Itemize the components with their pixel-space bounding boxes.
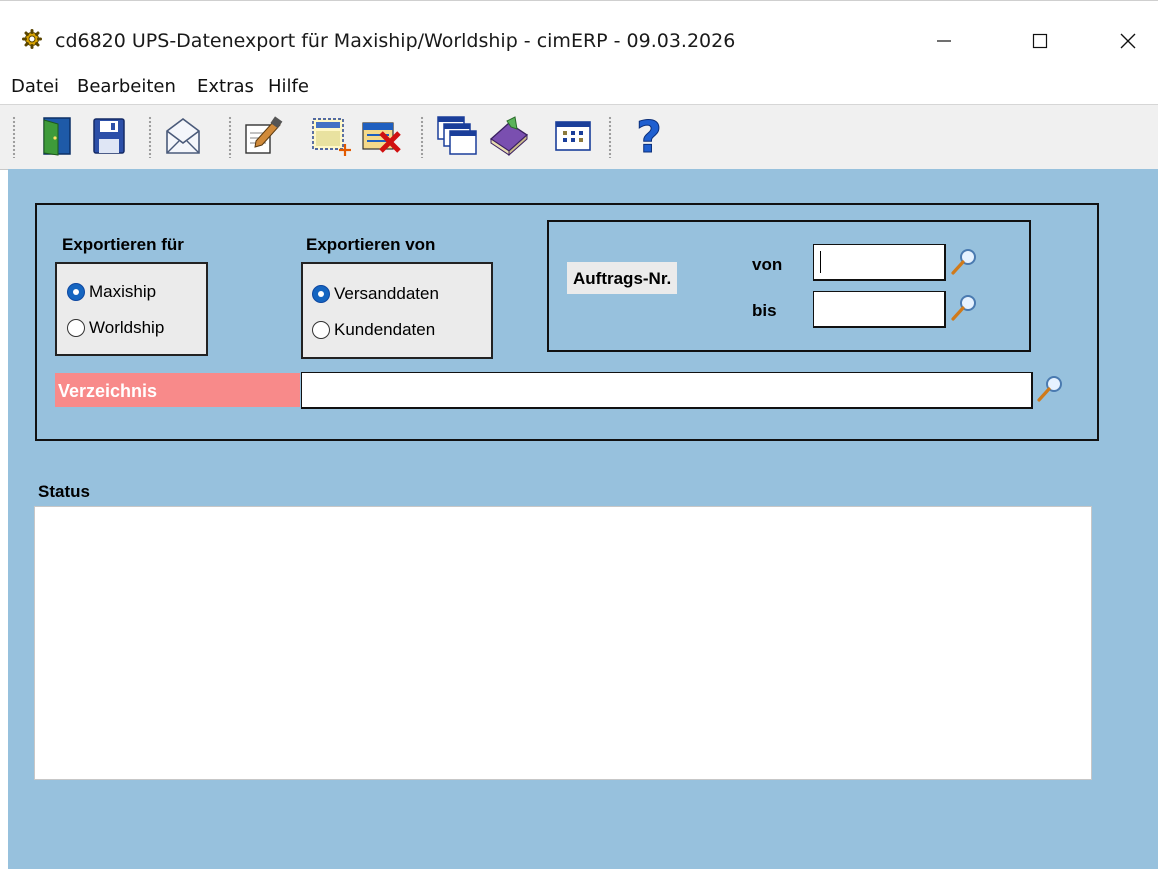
- radio-unselected-icon: [312, 321, 330, 339]
- menu-extras[interactable]: Extras: [197, 76, 254, 97]
- maximize-icon: [1032, 33, 1048, 49]
- email-button[interactable]: [160, 112, 206, 160]
- grid-table-icon: [555, 121, 591, 151]
- status-textarea[interactable]: [34, 506, 1092, 780]
- toolbar-separator: [608, 116, 612, 158]
- export-for-group: [55, 262, 208, 356]
- help-button[interactable]: ?: [626, 112, 672, 160]
- order-number-label: Auftrags-Nr.: [567, 262, 678, 294]
- export-from-group: [301, 262, 493, 359]
- help-question-icon: ?: [636, 112, 663, 160]
- delete-record-icon: [362, 122, 401, 153]
- radio-worldship-label: Worldship: [89, 318, 165, 337]
- new-record-button[interactable]: [306, 112, 352, 160]
- magnifier-icon: [951, 249, 976, 275]
- radio-maxiship[interactable]: Maxiship: [67, 282, 156, 302]
- close-button[interactable]: [1106, 21, 1150, 61]
- status-label: Status: [38, 482, 90, 501]
- svg-text:?: ?: [636, 112, 662, 160]
- radio-worldship[interactable]: Worldship: [67, 318, 164, 338]
- minimize-icon: [937, 40, 951, 42]
- close-icon: [1120, 33, 1136, 49]
- toolbar-separator: [228, 116, 232, 158]
- order-from-field[interactable]: [813, 244, 946, 281]
- magnifier-icon: [1037, 376, 1062, 402]
- window-title: cd6820 UPS-Datenexport für Maxiship/Worl…: [55, 30, 736, 52]
- menu-hilfe[interactable]: Hilfe: [268, 76, 309, 97]
- magnifier-icon: [951, 295, 976, 321]
- save-disk-icon: [93, 118, 125, 154]
- title-bar: cd6820 UPS-Datenexport für Maxiship/Worl…: [0, 0, 1158, 69]
- email-envelope-icon: [166, 118, 200, 154]
- directory-field[interactable]: [301, 372, 1033, 409]
- minimize-button[interactable]: [922, 21, 966, 61]
- maximize-button[interactable]: [1018, 21, 1062, 61]
- order-to-search-button[interactable]: [948, 292, 980, 322]
- menu-bearbeiten[interactable]: Bearbeiten: [77, 76, 176, 97]
- save-button[interactable]: [86, 112, 132, 160]
- directory-search-button[interactable]: [1034, 373, 1066, 403]
- menu-datei[interactable]: Datei: [11, 76, 59, 97]
- edit-document-icon: [245, 116, 283, 154]
- text-cursor: [820, 251, 821, 273]
- new-record-icon: [312, 118, 351, 156]
- edit-button[interactable]: [240, 112, 286, 160]
- export-from-label: Exportieren von: [306, 235, 436, 254]
- export-for-label: Exportieren für: [62, 235, 184, 254]
- book-icon: [489, 116, 529, 157]
- windows-button[interactable]: [434, 112, 480, 160]
- table-button[interactable]: [550, 112, 596, 160]
- radio-versanddaten-label: Versanddaten: [334, 284, 439, 303]
- order-to-field[interactable]: [813, 291, 946, 328]
- radio-maxiship-label: Maxiship: [89, 282, 157, 301]
- toolbar-separator: [148, 116, 152, 158]
- order-to-label: bis: [752, 301, 777, 320]
- radio-versanddaten[interactable]: Versanddaten: [312, 284, 439, 304]
- order-from-label: von: [752, 255, 783, 274]
- radio-kundendaten[interactable]: Kundendaten: [312, 320, 435, 340]
- book-button[interactable]: [486, 112, 532, 160]
- radio-selected-icon: [312, 285, 330, 303]
- exit-button[interactable]: [34, 112, 80, 160]
- radio-unselected-icon: [67, 319, 85, 337]
- exit-door-icon: [43, 117, 71, 156]
- radio-kundendaten-label: Kundendaten: [334, 320, 436, 339]
- radio-selected-icon: [67, 283, 85, 301]
- windows-cascade-icon: [437, 116, 477, 155]
- delete-record-button[interactable]: [358, 112, 404, 160]
- gear-icon[interactable]: [22, 29, 42, 49]
- toolbar-separator: [420, 116, 424, 158]
- directory-label: Verzeichnis: [55, 373, 300, 407]
- order-from-search-button[interactable]: [948, 246, 980, 276]
- toolbar-grip[interactable]: [12, 116, 16, 158]
